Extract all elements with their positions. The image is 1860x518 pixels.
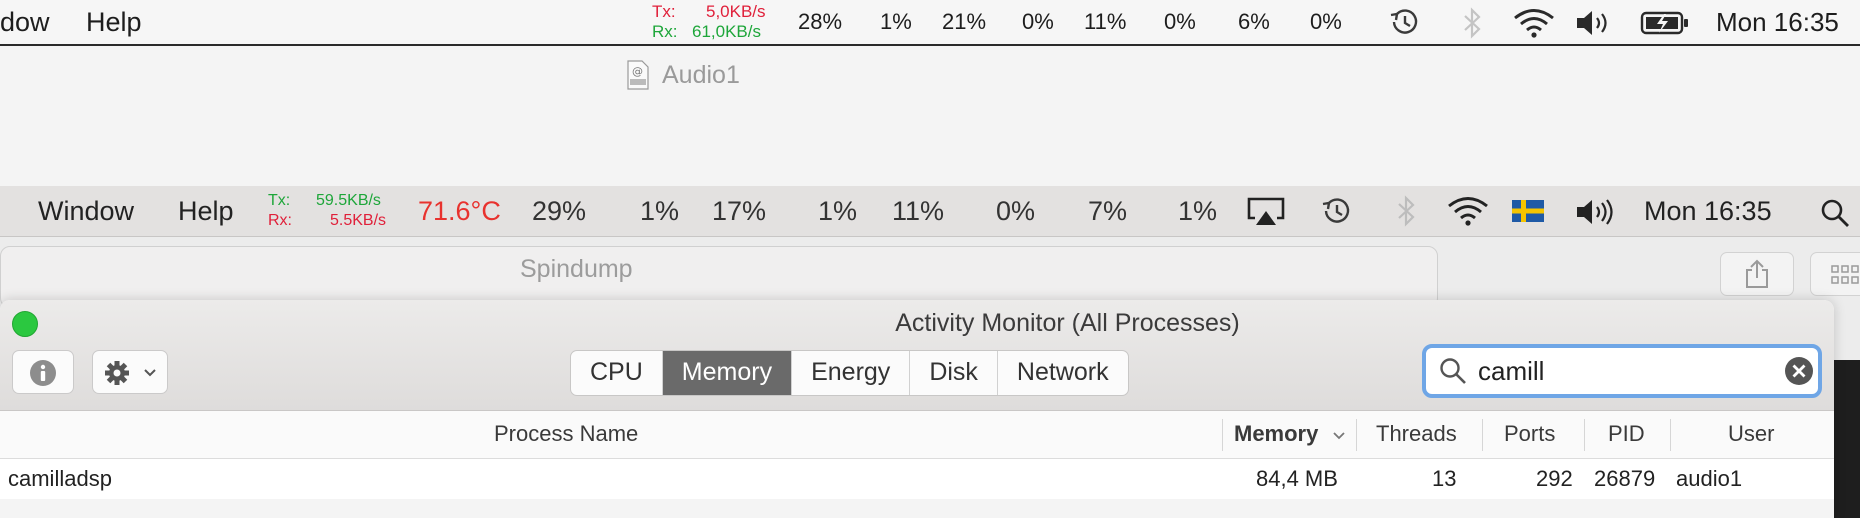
cell-memory: 84,4 MB (1256, 466, 1338, 491)
remote-net-tx-label: Tx: (268, 192, 291, 209)
grid-icon (1831, 265, 1859, 284)
clear-search-icon[interactable] (1784, 356, 1814, 386)
column-separator (1356, 419, 1357, 451)
chevron-down-icon (144, 369, 156, 377)
cell-pid: 26879 (1594, 466, 1656, 491)
net-rx-value: 61,0KB/s (692, 22, 761, 41)
column-ports[interactable]: Ports (1504, 411, 1555, 457)
remote-net-tx-value: 59.5KB/s (316, 192, 381, 209)
column-process-name[interactable]: Process Name (494, 411, 638, 457)
inspect-process-button[interactable] (12, 350, 74, 394)
column-separator (1222, 419, 1223, 451)
sort-descending-icon (1333, 432, 1345, 440)
activity-monitor-window: Activity Monitor (All Processes) CPU Mem… (0, 300, 1834, 518)
remote-menu-bar: Window Help Tx: 59.5KB/s Rx: 5.5KB/s 71.… (0, 186, 1860, 237)
category-tabs: CPU Memory Energy Disk Network (570, 350, 1129, 396)
share-icon (1746, 259, 1768, 288)
remote-net-rx-value: 5.5KB/s (330, 212, 387, 229)
stat-core3-sys: 0% (1164, 9, 1196, 34)
volume-icon[interactable] (1574, 8, 1614, 38)
stat-core2-sys: 0% (1022, 9, 1054, 34)
column-separator (1482, 419, 1483, 451)
stat-cpu-user: 28% (798, 9, 843, 34)
activity-monitor-toolbar: Activity Monitor (All Processes) CPU Mem… (0, 300, 1834, 411)
svg-text:@: @ (632, 65, 643, 78)
menu-window[interactable]: dow (0, 0, 50, 44)
cell-ports: 292 (1536, 466, 1573, 491)
stat-core2-user: 21% (942, 9, 987, 34)
net-tx-value: 5,0KB/s (706, 2, 766, 21)
net-tx-label: Tx: (652, 2, 676, 21)
column-threads[interactable]: Threads (1376, 411, 1457, 457)
cell-threads: 13 (1432, 466, 1457, 491)
menubar-clock[interactable]: Mon 16:35 (1716, 0, 1839, 44)
remote-menu-help[interactable]: Help (178, 186, 234, 236)
remote-bluetooth-icon[interactable] (1396, 194, 1418, 228)
wifi-icon[interactable] (1512, 7, 1556, 39)
spindump-window[interactable] (0, 246, 1438, 308)
remote-net-rx-label: Rx: (268, 212, 292, 229)
search-field[interactable] (1422, 344, 1822, 398)
view-grid-button[interactable] (1810, 252, 1860, 296)
remote-menubar-clock[interactable]: Mon 16:35 (1644, 186, 1772, 236)
swedish-flag-input-icon[interactable] (1512, 200, 1544, 222)
stat-core4-sys: 0% (1310, 9, 1342, 34)
cpu-temperature: 71.6°C (418, 196, 501, 226)
airplay-icon[interactable] (1246, 196, 1286, 228)
background-dark-window-edge (1834, 360, 1860, 518)
table-row[interactable]: camilladsp 84,4 MB 13 292 26879 audio1 (0, 459, 1834, 499)
spotlight-search-icon[interactable] (1820, 198, 1852, 228)
remote-menu-window[interactable]: Window (38, 186, 134, 236)
cell-user: audio1 (1676, 466, 1743, 491)
vnc-window-title: Audio1 (662, 61, 740, 89)
column-pid[interactable]: PID (1608, 411, 1645, 457)
tab-energy[interactable]: Energy (792, 351, 911, 395)
spindump-window-title: Spindump (520, 255, 633, 283)
share-button[interactable] (1720, 252, 1794, 296)
actions-menu-button[interactable] (92, 350, 168, 394)
cell-process-name: camilladsp (8, 466, 112, 491)
net-rx-label: Rx: (652, 22, 678, 41)
battery-charging-icon[interactable] (1640, 10, 1690, 36)
vnc-window-background (0, 46, 1860, 186)
remote-stat-core2-sys: 1% (818, 196, 858, 226)
search-icon (1440, 358, 1466, 384)
tab-disk[interactable]: Disk (910, 351, 998, 395)
remote-volume-icon[interactable] (1574, 197, 1616, 227)
remote-stat-core4-sys: 1% (1178, 196, 1218, 226)
bluetooth-icon[interactable] (1462, 6, 1484, 40)
remote-stat-core2-user: 17% (712, 196, 767, 226)
remote-stat-core4-user: 7% (1088, 196, 1128, 226)
remote-stat-core3-sys: 0% (996, 196, 1036, 226)
menu-help[interactable]: Help (86, 0, 142, 44)
search-input[interactable] (1478, 351, 1768, 391)
column-user[interactable]: User (1728, 411, 1774, 457)
process-table-header: Process Name Memory Threads Ports PID Us… (0, 411, 1834, 459)
column-memory[interactable]: Memory (1234, 411, 1318, 457)
table-row-empty (0, 499, 1834, 518)
column-separator (1670, 419, 1671, 451)
outer-menu-bar: dow Help Tx: 5,0KB/s Rx: 61,0KB/s 28% 1%… (0, 0, 1860, 46)
tab-network[interactable]: Network (998, 351, 1128, 395)
column-separator (1584, 419, 1585, 451)
time-machine-icon[interactable] (1386, 6, 1422, 38)
tab-cpu[interactable]: CPU (571, 351, 663, 395)
gear-icon (105, 361, 129, 385)
vnc-document-icon: @ (627, 60, 649, 90)
stat-core4-user: 6% (1238, 9, 1270, 34)
window-title: Activity Monitor (All Processes) (895, 309, 1240, 337)
remote-time-machine-icon[interactable] (1318, 195, 1354, 227)
remote-stat-core3-user: 11% (892, 196, 945, 226)
tab-memory[interactable]: Memory (662, 351, 793, 395)
info-icon (30, 360, 56, 386)
stat-core3-user: 11% (1084, 9, 1127, 34)
remote-wifi-icon[interactable] (1446, 195, 1490, 227)
remote-stat-cpu-sys: 1% (640, 196, 680, 226)
remote-stat-cpu-user: 29% (532, 196, 587, 226)
stat-cpu-sys: 1% (880, 9, 912, 34)
